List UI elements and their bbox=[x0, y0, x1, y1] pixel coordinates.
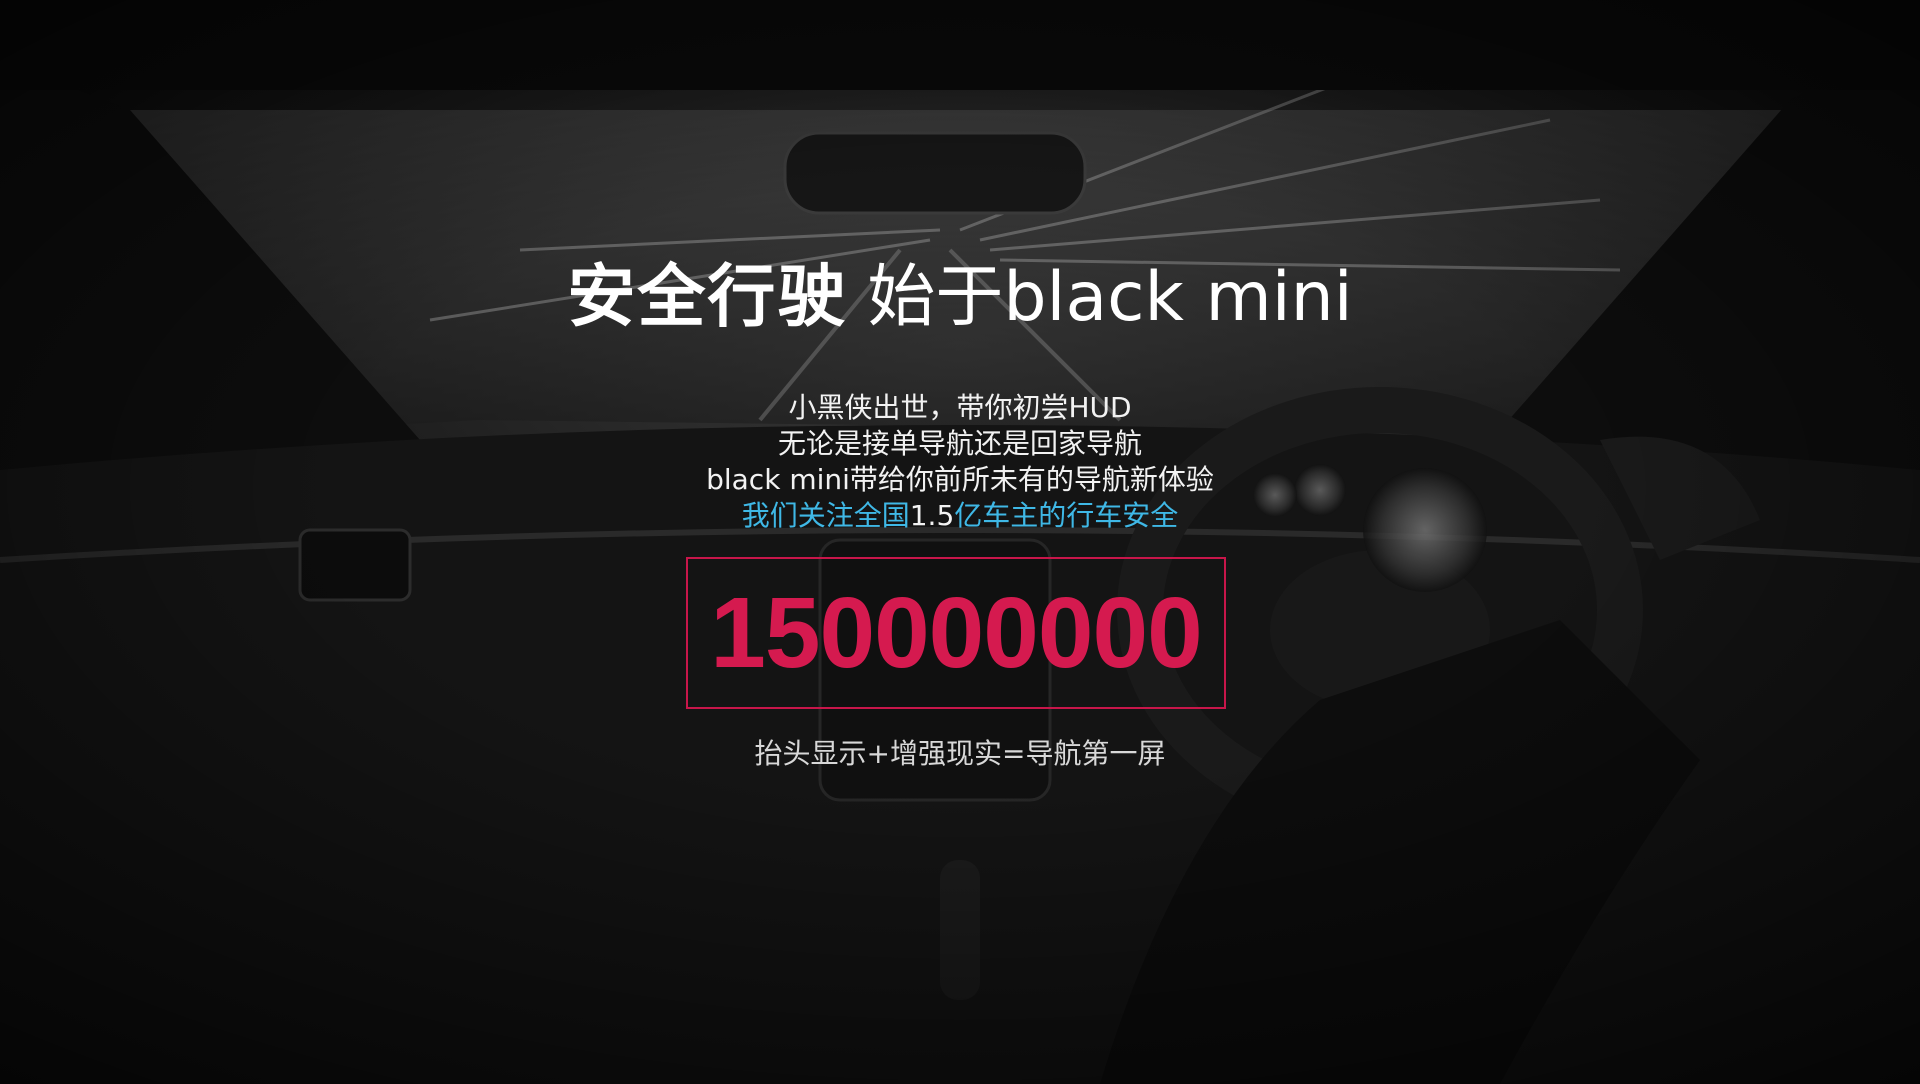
content-layer: 安全行驶 始于black mini 小黑侠出世，带你初尝HUD 无论是接单导航还是… bbox=[0, 0, 1920, 1084]
description: 小黑侠出世，带你初尝HUD 无论是接单导航还是回家导航 black mini带给… bbox=[0, 390, 1920, 534]
headline: 安全行驶 始于black mini bbox=[0, 256, 1920, 340]
description-line-1: 小黑侠出世，带你初尝HUD bbox=[788, 391, 1132, 424]
description-line-3: black mini带给你前所未有的导航新体验 bbox=[706, 463, 1214, 496]
description-line-2: 无论是接单导航还是回家导航 bbox=[777, 427, 1142, 460]
highlight-line: 我们关注全国1.5亿车主的行车安全 bbox=[0, 498, 1920, 534]
highlight-after: 亿车主的行车安全 bbox=[954, 499, 1179, 532]
headline-bold: 安全行驶 bbox=[567, 258, 848, 337]
counter-box: 150000000 bbox=[686, 557, 1226, 709]
owner-counter: 150000000 bbox=[710, 577, 1203, 689]
highlight-before: 我们关注全国 bbox=[741, 499, 910, 532]
highlight-number: 1.5 bbox=[909, 499, 955, 532]
headline-light: 始于black mini bbox=[867, 258, 1353, 337]
tagline: 抬头显示+增强现实=导航第一屏 bbox=[754, 737, 1166, 770]
hero-slide: 安全行驶 始于black mini 小黑侠出世，带你初尝HUD 无论是接单导航还是… bbox=[0, 0, 1920, 1084]
